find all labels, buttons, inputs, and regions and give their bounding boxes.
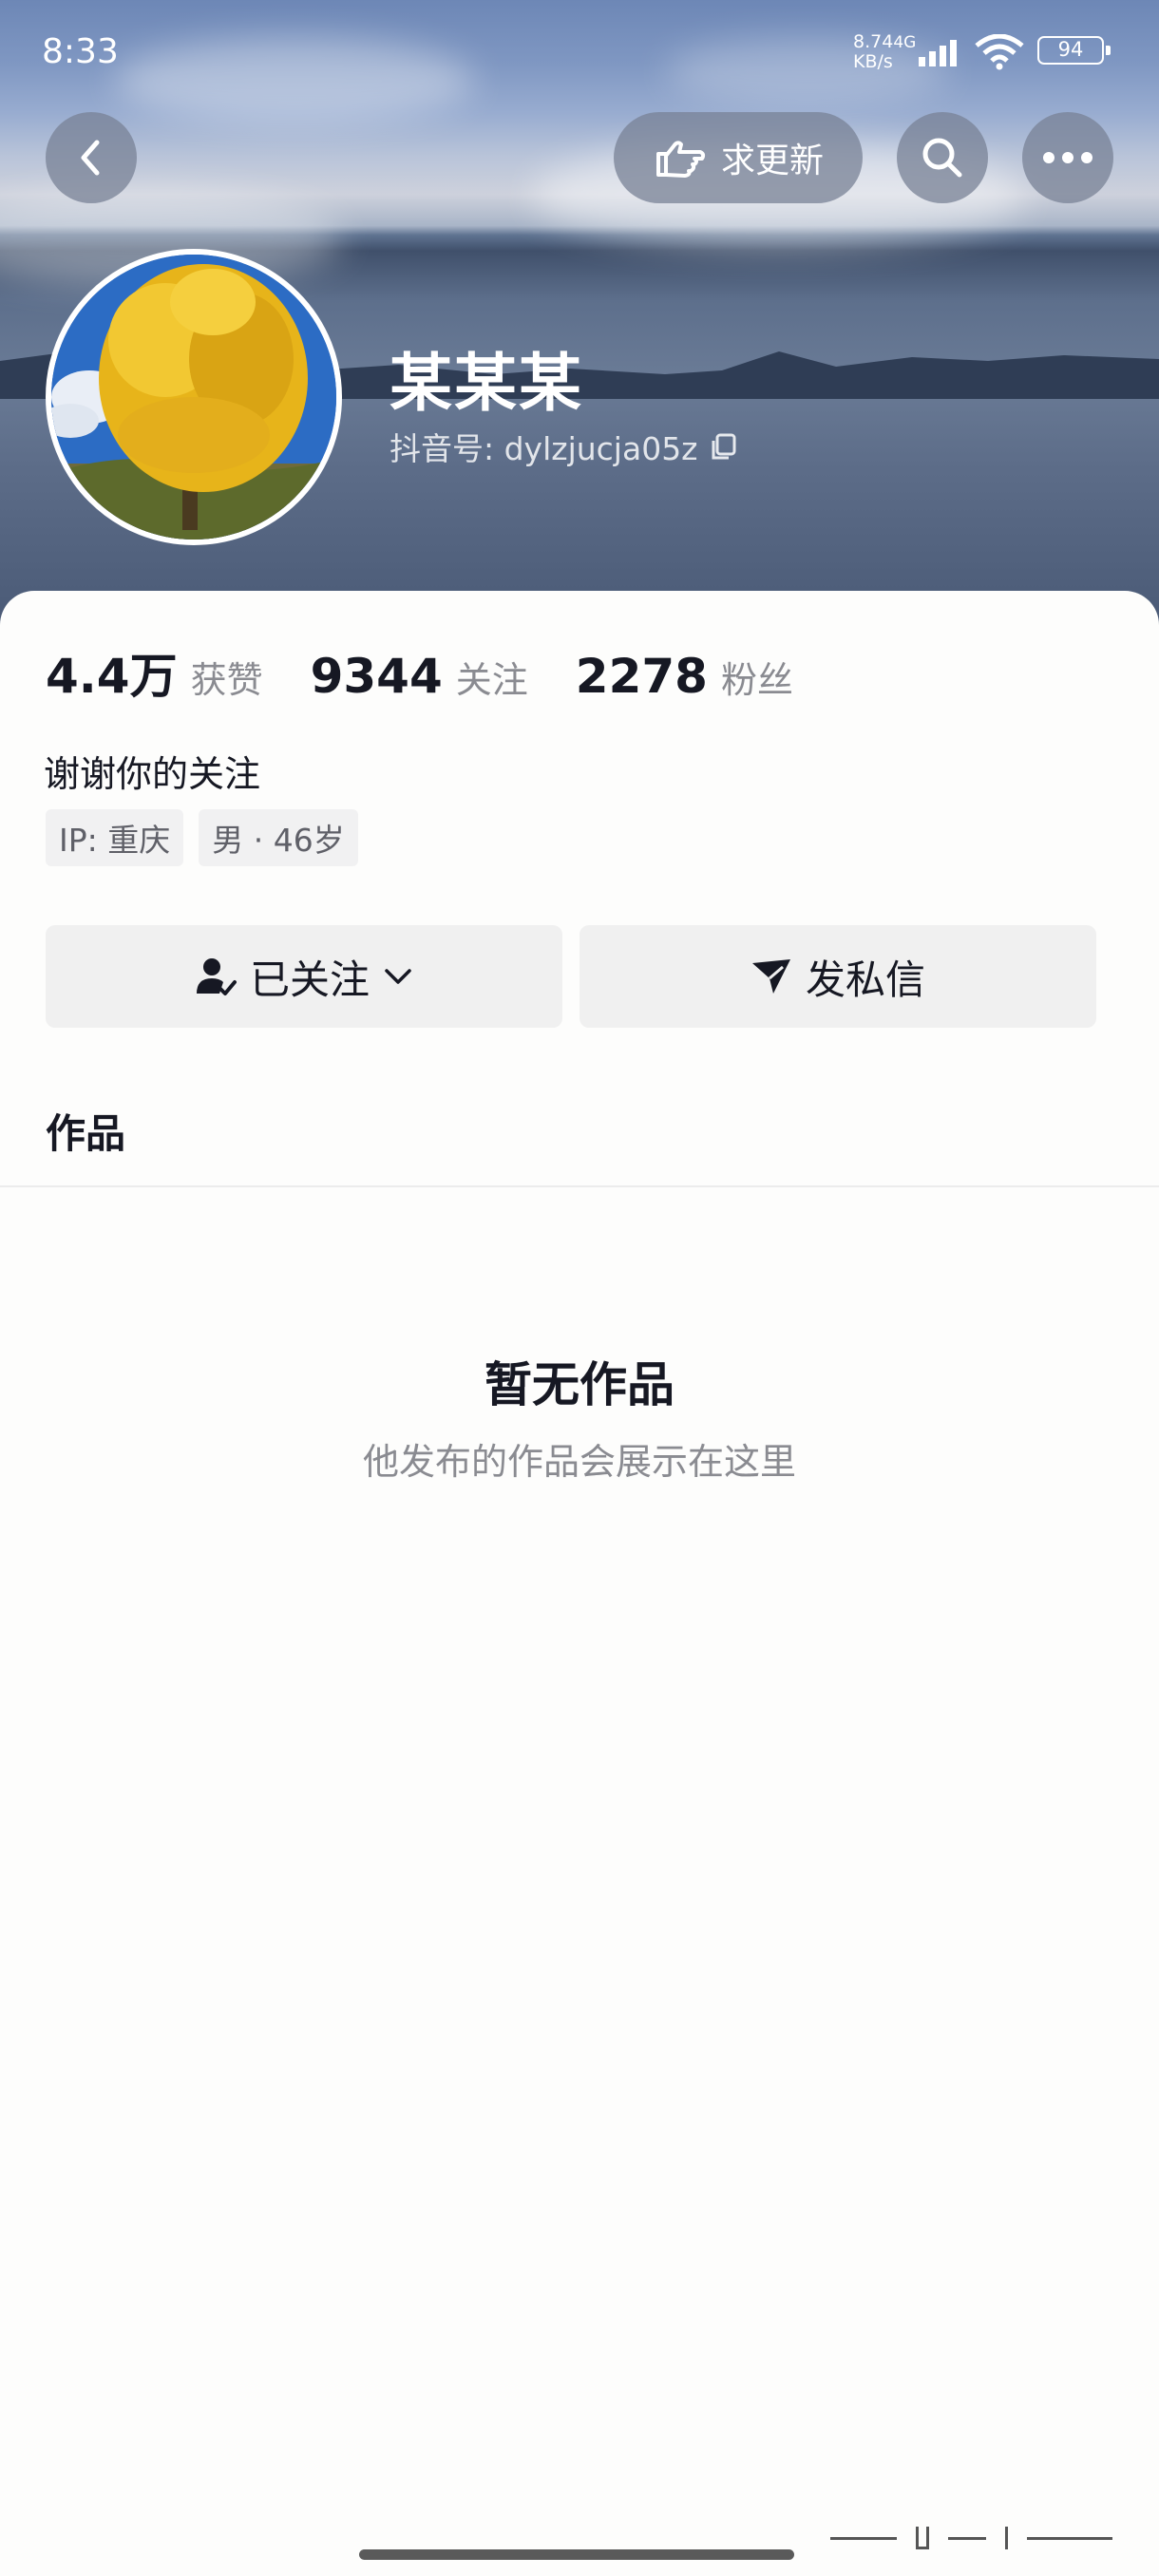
empty-works-title: 暂无作品 [484, 1357, 674, 1412]
profile-bio: 谢谢你的关注 [44, 753, 261, 795]
send-icon [751, 959, 790, 994]
net-type: 4G [893, 33, 917, 52]
followers-label: 粉丝 [720, 659, 793, 701]
followed-label: 已关注 [249, 956, 370, 1003]
douyin-id-text: 抖音号: dylzjucja05z [390, 430, 698, 467]
more-dots-icon [1043, 152, 1092, 163]
profile-tags: IP: 重庆 男 · 46岁 [46, 809, 358, 866]
user-check-icon [196, 958, 237, 995]
avatar[interactable] [46, 249, 342, 545]
likes-label: 获赞 [190, 659, 263, 701]
avatar-tree-image [51, 255, 336, 540]
signal-icon [919, 40, 957, 66]
douyin-id: 抖音号: dylzjucja05z [390, 424, 738, 469]
network-speed: 8.744G KB/s [853, 32, 916, 71]
chevron-down-icon [385, 969, 411, 984]
request-update-label: 求更新 [720, 142, 824, 180]
status-time: 8:33 [42, 32, 119, 71]
watermark [830, 2519, 1134, 2557]
following-count[interactable]: 9344 [311, 649, 443, 704]
home-indicator[interactable] [359, 2549, 794, 2560]
ip-location-tag: IP: 重庆 [46, 809, 184, 866]
net-speed-value: 8.74 [853, 31, 894, 52]
empty-works-subtitle: 他发布的作品会展示在这里 [362, 1441, 796, 1483]
section-divider [0, 1185, 1159, 1187]
followers-count[interactable]: 2278 [576, 649, 708, 704]
send-message-button[interactable]: 发私信 [580, 925, 1096, 1028]
search-icon [922, 138, 962, 178]
back-button[interactable] [46, 112, 137, 203]
chevron-left-icon [81, 140, 100, 176]
send-message-label: 发私信 [805, 956, 925, 1003]
wifi-icon [975, 34, 1024, 70]
battery-indicator: 94 [1037, 36, 1111, 65]
status-bar: 8:33 8.744G KB/s 94 [0, 0, 1159, 95]
profile-content-card [0, 591, 1159, 2576]
following-label: 关注 [455, 659, 528, 701]
stats-row: 4.4万 获赞 9344 关注 2278 粉丝 [46, 638, 841, 707]
copy-icon[interactable] [710, 432, 738, 461]
net-speed-unit: KB/s [853, 51, 893, 72]
pointing-hand-icon [656, 141, 706, 178]
search-button[interactable] [897, 112, 988, 203]
request-update-button[interactable]: 求更新 [614, 112, 863, 203]
profile-name: 某某某 [390, 347, 583, 420]
gender-age-tag: 男 · 46岁 [199, 809, 358, 866]
likes-count[interactable]: 4.4万 [46, 638, 178, 707]
more-button[interactable] [1022, 112, 1113, 203]
works-tab[interactable]: 作品 [46, 1102, 125, 1160]
followed-button[interactable]: 已关注 [46, 925, 562, 1028]
